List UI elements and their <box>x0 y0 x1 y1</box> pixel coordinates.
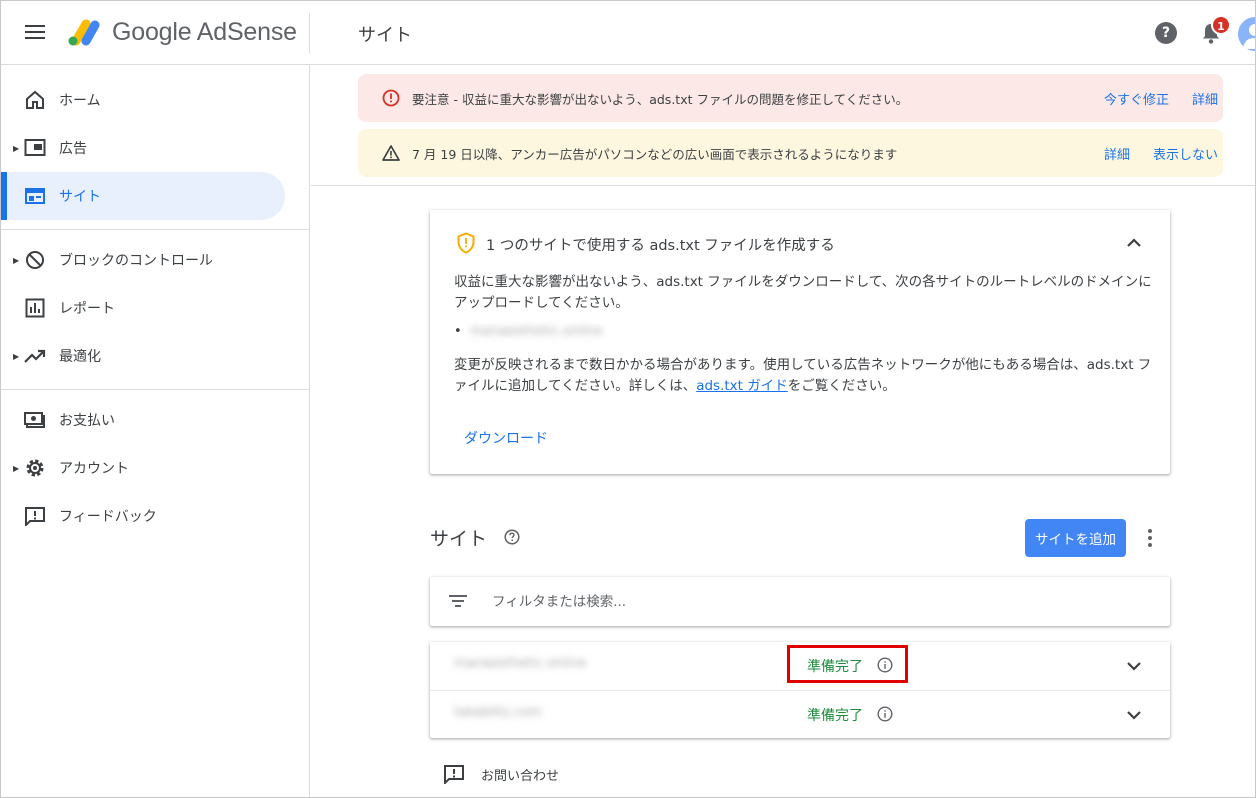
sidebar-divider <box>1 229 309 230</box>
sidebar-item-label: 広告 <box>59 141 87 157</box>
sidebar-item-home[interactable]: ホーム <box>1 76 285 124</box>
error-details-link[interactable]: 詳細 <box>1192 89 1218 108</box>
contact-us-link[interactable]: お問い合わせ <box>481 765 559 784</box>
adsense-logo <box>68 19 100 46</box>
download-button[interactable]: ダウンロード <box>464 428 548 448</box>
feedback-icon <box>25 507 45 526</box>
sites-section-title: サイト <box>430 528 488 550</box>
dismiss-link[interactable]: 表示しない <box>1153 144 1218 163</box>
ads-txt-guide-link[interactable]: ads.txt ガイド <box>696 378 788 394</box>
expand-arrow-icon[interactable]: ▶ <box>13 352 19 361</box>
sidebar-item-label: ブロックのコントロール <box>59 253 213 269</box>
notification-badge: 1 <box>1211 15 1231 35</box>
sidebar-item-label: サイト <box>59 189 101 205</box>
filter-search-input[interactable] <box>492 589 1132 615</box>
home-icon <box>26 90 44 109</box>
account-avatar[interactable] <box>1238 17 1255 51</box>
ads-txt-card: 1 つのサイトで使用する ads.txt ファイルを作成する 収益に重大な影響が… <box>430 210 1170 474</box>
help-icon[interactable]: ? <box>1155 22 1177 44</box>
sidebar-item-feedback[interactable]: フィードバック <box>1 492 285 540</box>
page-title: サイト <box>358 25 412 46</box>
ads-icon <box>24 139 46 156</box>
sidebar-item-payments[interactable]: お支払い <box>1 396 285 444</box>
shield-warning-icon <box>457 232 475 254</box>
sidebar-item-ads[interactable]: ▶ 広告 <box>1 124 285 172</box>
avatar-person-icon <box>1243 24 1255 49</box>
banner-message: 要注意 - 収益に重大な影響が出ないよう、ads.txt ファイルの問題を修正し… <box>412 91 909 107</box>
fix-now-link[interactable]: 今すぐ修正 <box>1104 89 1169 108</box>
sidebar-item-optimization[interactable]: ▶ 最適化 <box>1 332 285 380</box>
filter-bar <box>430 577 1170 626</box>
chevron-down-icon[interactable] <box>1123 704 1145 726</box>
sidebar-item-sites[interactable]: サイト <box>1 172 285 220</box>
sidebar-item-reports[interactable]: レポート <box>1 284 285 332</box>
account-gear-icon <box>26 459 44 477</box>
sidebar-item-block-controls[interactable]: ▶ ブロックのコントロール <box>1 236 285 284</box>
table-row[interactable]: takablitz.com 準備完了 <box>430 690 1170 738</box>
card-note: 変更が反映されるまで数日かかる場合があります。使用している広告ネットワークが他に… <box>454 355 1154 397</box>
ads-txt-error-banner: 要注意 - 収益に重大な影響が出ないよう、ads.txt ファイルの問題を修正し… <box>358 74 1223 122</box>
site-domain: manaesthetic.online <box>454 656 587 671</box>
sites-list: manaesthetic.online 準備完了 takablitz.com 準… <box>430 642 1170 738</box>
optimization-icon <box>24 349 46 363</box>
status-text: 準備完了 <box>807 708 863 724</box>
hamburger-icon[interactable] <box>25 25 45 41</box>
error-icon <box>382 89 400 107</box>
info-icon[interactable] <box>877 657 893 673</box>
banner-divider <box>311 185 1255 186</box>
bullet: • <box>454 324 462 339</box>
anchor-ads-warning-banner: 7 月 19 日以降、アンカー広告がパソコンなどの広い画面で表示されるようになり… <box>358 129 1223 177</box>
sidebar-divider <box>1 389 309 390</box>
sidebar-item-label: アカウント <box>59 461 129 477</box>
more-options-icon[interactable] <box>1143 527 1157 549</box>
payments-icon <box>24 412 45 428</box>
info-icon[interactable] <box>877 706 893 722</box>
status-text: 準備完了 <box>807 659 863 675</box>
sidebar-item-label: お支払い <box>59 413 115 429</box>
header-divider <box>309 13 310 53</box>
sidebar-item-label: レポート <box>59 301 115 317</box>
expand-arrow-icon[interactable]: ▶ <box>13 464 19 473</box>
top-app-bar: Google AdSense サイト ? 1 <box>1 1 1255 65</box>
warning-icon <box>382 145 400 161</box>
table-row[interactable]: manaesthetic.online 準備完了 <box>430 642 1170 690</box>
chevron-up-icon[interactable] <box>1123 232 1145 254</box>
site-domain: takablitz.com <box>454 705 542 720</box>
chevron-down-icon[interactable] <box>1123 655 1145 677</box>
sidebar-item-label: 最適化 <box>59 349 101 365</box>
reports-icon <box>25 298 45 318</box>
expand-arrow-icon[interactable]: ▶ <box>13 144 19 153</box>
sidebar: ホーム ▶ 広告 サイト ▶ ブロックのコントロール レポート ▶ 最適化 お支… <box>1 65 310 797</box>
filter-icon <box>449 595 467 607</box>
brand-name: Google AdSense <box>112 18 297 46</box>
sidebar-item-label: フィードバック <box>59 509 157 525</box>
site-domain: manaesthetic.online <box>470 324 603 339</box>
banner-message: 7 月 19 日以降、アンカー広告がパソコンなどの広い画面で表示されるようになり… <box>412 146 898 162</box>
card-title: 1 つのサイトで使用する ads.txt ファイルを作成する <box>486 238 835 254</box>
main-content: 要注意 - 収益に重大な影響が出ないよう、ads.txt ファイルの問題を修正し… <box>311 65 1255 797</box>
sites-icon <box>25 188 45 204</box>
sidebar-item-account[interactable]: ▶ アカウント <box>1 444 285 492</box>
sidebar-item-label: ホーム <box>59 93 101 109</box>
help-outline-icon[interactable] <box>504 529 520 545</box>
warning-details-link[interactable]: 詳細 <box>1104 144 1130 163</box>
adsense-window: Google AdSense サイト ? 1 ホーム ▶ 広告 サイト ▶ ブロ… <box>0 0 1256 798</box>
expand-arrow-icon[interactable]: ▶ <box>13 256 19 265</box>
card-description: 収益に重大な影響が出ないよう、ads.txt ファイルをダウンロードして、次の各… <box>454 274 1152 311</box>
add-site-button[interactable]: サイトを追加 <box>1025 519 1126 557</box>
feedback-icon[interactable] <box>443 764 465 784</box>
note-text-end: をご覧ください。 <box>787 378 896 394</box>
block-icon <box>26 251 44 269</box>
